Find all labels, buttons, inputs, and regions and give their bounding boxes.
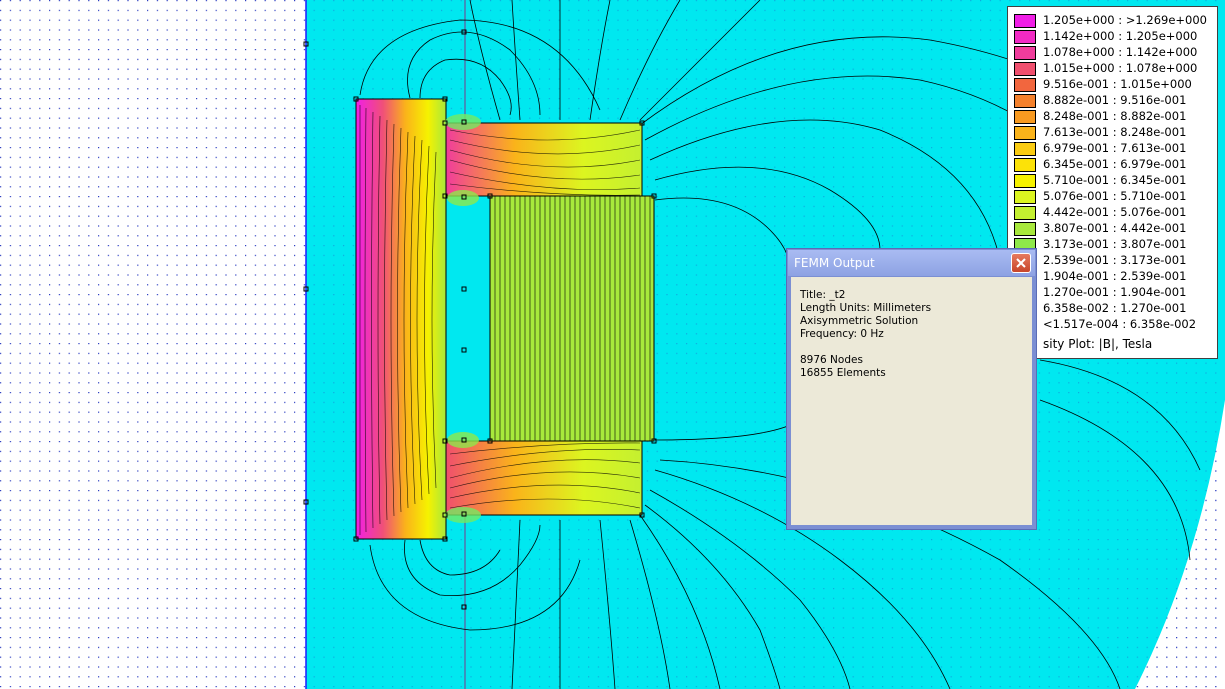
legend-label: 4.442e-001 : 5.076e-001	[1043, 205, 1187, 219]
legend-row: 3.173e-001 : 3.807e-001	[1008, 236, 1219, 252]
legend-label: 1.904e-001 : 2.539e-001	[1043, 269, 1187, 283]
density-legend: 1.205e+000 : >1.269e+000 1.142e+000 : 1.2…	[1007, 6, 1218, 359]
legend-label: 9.516e-001 : 1.015e+000	[1043, 77, 1192, 91]
close-button[interactable]	[1011, 253, 1031, 273]
solution-line: Axisymmetric Solution	[800, 315, 919, 327]
core-left-leg	[355, 98, 447, 540]
legend-label: 3.807e-001 : 4.442e-001	[1043, 221, 1187, 235]
legend-label: 1.205e+000 : >1.269e+000	[1043, 13, 1207, 27]
legend-row: 6.345e-001 : 6.979e-001	[1008, 156, 1219, 172]
legend-row: 5.076e-001 : 5.710e-001	[1008, 188, 1219, 204]
legend-swatch	[1014, 62, 1036, 76]
legend-swatch	[1014, 126, 1036, 140]
legend-swatch	[1014, 30, 1036, 44]
legend-row: <1.517e-004 : 6.358e-002	[1008, 316, 1219, 332]
legend-label: 6.979e-001 : 7.613e-001	[1043, 141, 1187, 155]
legend-row: 8.248e-001 : 8.882e-001	[1008, 108, 1219, 124]
title-line: Title: _t2	[800, 289, 846, 301]
fringe-mid-bot	[447, 432, 479, 448]
dialog-body: Title: _t2 Length Units: Millimeters Axi…	[791, 277, 1032, 525]
legend-label: 8.248e-001 : 8.882e-001	[1043, 109, 1187, 123]
legend-swatch	[1014, 158, 1036, 172]
legend-row: 4.442e-001 : 5.076e-001	[1008, 204, 1219, 220]
legend-row: 1.078e+000 : 1.142e+000	[1008, 44, 1219, 60]
fringe-bottom	[445, 507, 481, 523]
legend-label: 8.882e-001 : 9.516e-001	[1043, 93, 1187, 107]
fringe-mid-top	[447, 190, 479, 206]
legend-swatch	[1014, 94, 1036, 108]
legend-label: 2.539e-001 : 3.173e-001	[1043, 253, 1187, 267]
legend-label: 1.078e+000 : 1.142e+000	[1043, 45, 1198, 59]
legend-row: 1.015e+000 : 1.078e+000	[1008, 60, 1219, 76]
legend-swatch	[1014, 222, 1036, 236]
legend-swatch	[1014, 14, 1036, 28]
legend-row: 3.807e-001 : 4.442e-001	[1008, 220, 1219, 236]
legend-swatch	[1014, 174, 1036, 188]
legend-row: 6.358e-002 : 1.270e-001	[1008, 300, 1219, 316]
legend-swatch	[1014, 46, 1036, 60]
legend-label: 1.270e-001 : 1.904e-001	[1043, 285, 1187, 299]
legend-row: 1.142e+000 : 1.205e+000	[1008, 28, 1219, 44]
units-line: Length Units: Millimeters	[800, 302, 932, 314]
core-top-arm	[445, 122, 643, 197]
legend-swatch	[1014, 142, 1036, 156]
legend-label: 5.710e-001 : 6.345e-001	[1043, 173, 1187, 187]
frequency-line: Frequency: 0 Hz	[800, 328, 884, 340]
legend-label: <1.517e-004 : 6.358e-002	[1043, 317, 1197, 331]
legend-row: 9.516e-001 : 1.015e+000	[1008, 76, 1219, 92]
legend-row: 1.270e-001 : 1.904e-001	[1008, 284, 1219, 300]
legend-swatch	[1014, 78, 1036, 92]
legend-row: 6.979e-001 : 7.613e-001	[1008, 140, 1219, 156]
nodes-line: 8976 Nodes	[800, 354, 863, 366]
legend-label: 3.173e-001 : 3.807e-001	[1043, 237, 1187, 251]
legend-swatch	[1014, 110, 1036, 124]
legend-label: 1.142e+000 : 1.205e+000	[1043, 29, 1198, 43]
legend-row: 1.904e-001 : 2.539e-001	[1008, 268, 1219, 284]
legend-title: sity Plot: |B|, Tesla	[1043, 337, 1153, 351]
legend-row: 1.205e+000 : >1.269e+000	[1008, 12, 1219, 28]
legend-row: 2.539e-001 : 3.173e-001	[1008, 252, 1219, 268]
legend-label: 1.015e+000 : 1.078e+000	[1043, 61, 1198, 75]
close-icon	[1016, 258, 1026, 268]
dialog-title-bar[interactable]: FEMM Output	[788, 250, 1035, 276]
legend-row: 8.882e-001 : 9.516e-001	[1008, 92, 1219, 108]
fringe-top	[445, 114, 481, 130]
legend-swatch	[1014, 206, 1036, 220]
legend-label: 7.613e-001 : 8.248e-001	[1043, 125, 1187, 139]
air-gap-window	[445, 195, 491, 442]
dialog-title: FEMM Output	[794, 256, 875, 270]
coil-region	[489, 195, 655, 442]
elements-line: 16855 Elements	[800, 367, 886, 379]
legend-label: 5.076e-001 : 5.710e-001	[1043, 189, 1187, 203]
legend-row: 5.710e-001 : 6.345e-001	[1008, 172, 1219, 188]
legend-row: 7.613e-001 : 8.248e-001	[1008, 124, 1219, 140]
legend-swatch	[1014, 190, 1036, 204]
legend-label: 6.345e-001 : 6.979e-001	[1043, 157, 1187, 171]
legend-label: 6.358e-002 : 1.270e-001	[1043, 301, 1187, 315]
femm-output-dialog: FEMM Output Title: _t2 Length Units: Mil…	[786, 248, 1037, 530]
